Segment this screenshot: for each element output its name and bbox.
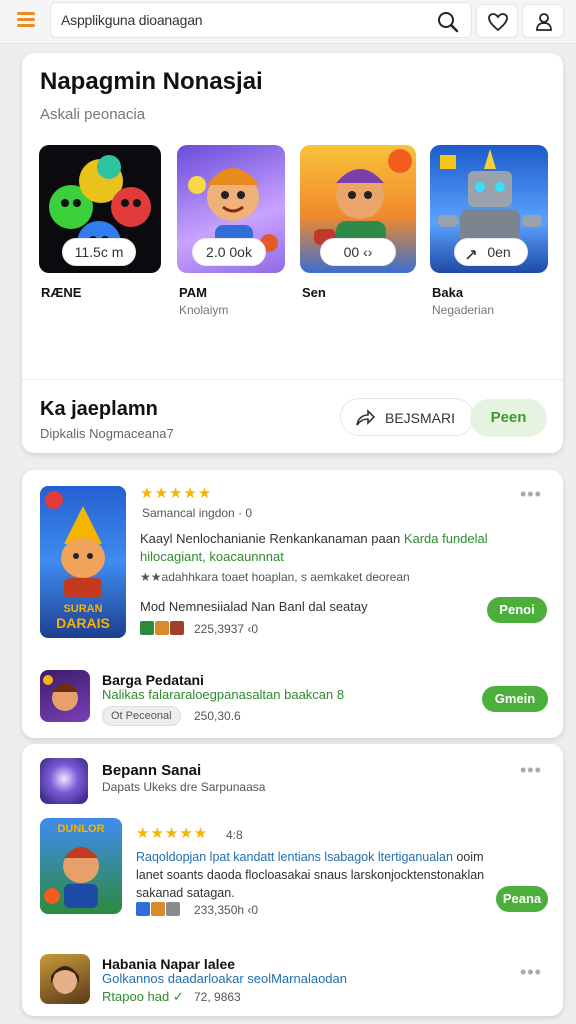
featured-title: Napagmin Nonasjai bbox=[40, 68, 263, 95]
download-count: 233,350h ‹0 bbox=[194, 903, 259, 917]
app-name: RÆNE bbox=[41, 285, 82, 300]
featured-subtitle: Askali peonacia bbox=[40, 106, 146, 123]
download-count: 72, 9863 bbox=[194, 990, 241, 1004]
get-button[interactable]: Gmein bbox=[482, 686, 548, 712]
app-size-pill[interactable]: 11.5c m bbox=[62, 238, 136, 266]
menu-icon[interactable] bbox=[14, 9, 40, 31]
poster-art-icon: DUNLOR bbox=[44, 823, 105, 908]
favorites-button[interactable] bbox=[476, 4, 518, 38]
divider bbox=[22, 379, 563, 380]
app-size-pill[interactable]: 2.0 0ok bbox=[192, 238, 266, 266]
pill-label: 0en bbox=[487, 244, 511, 260]
section-icon bbox=[40, 758, 88, 804]
developer-label: Rtapoo had ✓ bbox=[102, 989, 184, 1004]
app-name: Sen bbox=[302, 285, 326, 300]
more-options-icon[interactable]: ••• bbox=[520, 484, 542, 505]
featured-card: Napagmin Nonasjai Askali peonacia RÆNE 1… bbox=[22, 53, 563, 453]
download-count: 225,3937 ‹0 bbox=[194, 622, 259, 636]
search-bar[interactable]: Aspplikguna dioanagan bbox=[50, 2, 472, 38]
app-name: PAM bbox=[179, 285, 207, 300]
more-options-icon[interactable]: ••• bbox=[520, 962, 542, 983]
search-input[interactable]: Aspplikguna dioanagan bbox=[61, 12, 203, 28]
app-description: Nalikas falararaloegpanasaltan baakcan 8 bbox=[102, 687, 345, 702]
app-list-card: SURAN DARAIS ★★★★★ Samancal ingdon · 0 •… bbox=[22, 470, 563, 738]
app-poster[interactable]: SURAN DARAIS bbox=[40, 486, 126, 638]
svg-text:SURAN: SURAN bbox=[63, 603, 102, 615]
share-icon bbox=[466, 250, 476, 260]
more-options-icon[interactable]: ••• bbox=[520, 760, 542, 781]
share-button[interactable]: BEJSMARI bbox=[340, 398, 474, 436]
app-subtitle: Knolaiym bbox=[179, 303, 229, 317]
heart-icon bbox=[488, 13, 508, 32]
app-description: Kaayl Nenlochanianie Renkankanaman paan … bbox=[140, 531, 488, 564]
review-snippet: ★★adahhkara toaet hoaplan, s aemkaket de… bbox=[140, 570, 410, 584]
app-poster[interactable]: DUNLOR bbox=[40, 818, 122, 914]
app-description: Golkannos daadarloakar seolMarnalaodan bbox=[102, 971, 347, 986]
app-icon[interactable] bbox=[40, 954, 90, 1004]
portrait-art-icon bbox=[51, 966, 79, 994]
thumbnail-strip bbox=[136, 902, 181, 918]
app-subtitle: Negaderian bbox=[432, 303, 495, 317]
app-description: Raqoldopjan lpat kandatt lentians lsabag… bbox=[136, 850, 485, 900]
rating-stars: ★★★★★ bbox=[140, 485, 213, 502]
rating-stars: ★★★★★ bbox=[136, 825, 209, 842]
app-size-pill[interactable]: 00 ‹› bbox=[320, 238, 396, 266]
share-label: BEJSMARI bbox=[385, 410, 456, 426]
category-tag[interactable]: Ot Peceonal bbox=[102, 706, 181, 726]
cta-title: Ka jaeplamn bbox=[40, 398, 158, 420]
rating-value: 4:8 bbox=[226, 828, 243, 842]
section-subtitle: Dapats Ukeks dre Sarpunaasa bbox=[102, 780, 266, 794]
install-button[interactable]: Penoi bbox=[487, 597, 547, 623]
open-button[interactable]: Peen bbox=[470, 399, 547, 437]
share-pill[interactable]: 0en bbox=[454, 238, 528, 266]
top-bar: Aspplikguna dioanagan bbox=[0, 0, 576, 44]
search-icon[interactable] bbox=[435, 9, 461, 35]
section-title: Bepann Sanai bbox=[102, 762, 202, 779]
app-name: Baka bbox=[432, 285, 464, 300]
rating-meta: Samancal ingdon · 0 bbox=[142, 506, 253, 520]
profile-button[interactable] bbox=[522, 4, 564, 38]
user-icon bbox=[536, 13, 552, 31]
thumbnail-strip bbox=[140, 621, 185, 637]
app-icon[interactable] bbox=[40, 670, 90, 722]
cta-subtitle: Dipkalis Nogmaceana7 bbox=[40, 426, 174, 441]
share-icon bbox=[356, 409, 375, 426]
svg-text:DUNLOR: DUNLOR bbox=[57, 823, 104, 835]
download-count: 250,30.6 bbox=[194, 709, 241, 723]
app-list-card: Bepann Sanai Dapats Ukeks dre Sarpunaasa… bbox=[22, 744, 563, 1016]
mod-text: Mod Nemnesiialad Nan Banl dal seatay bbox=[140, 599, 368, 614]
character-art-icon bbox=[43, 675, 78, 711]
install-button[interactable]: Peana bbox=[496, 886, 548, 912]
poster-art-icon: SURAN DARAIS bbox=[45, 491, 110, 631]
svg-text:DARAIS: DARAIS bbox=[56, 615, 110, 631]
